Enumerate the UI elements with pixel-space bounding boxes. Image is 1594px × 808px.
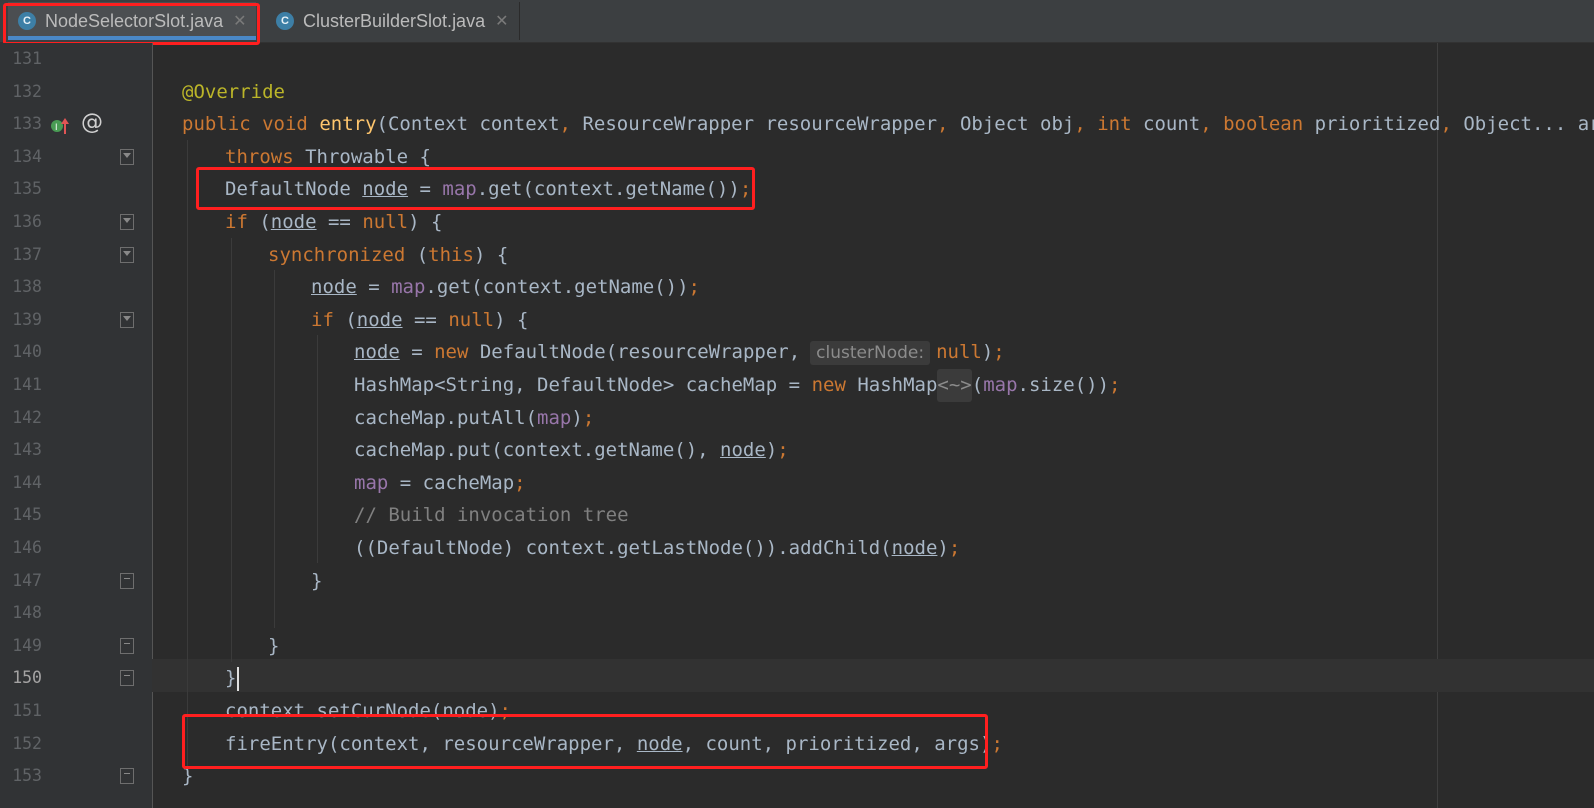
code-line: 147 } [0,565,1594,598]
fold-open-icon[interactable] [120,214,134,230]
tab-label: ClusterBuilderSlot.java [303,10,486,31]
class-icon: C [276,12,294,30]
close-icon[interactable]: ✕ [495,11,508,31]
line-number: 141 [12,375,42,394]
diamond-operator-fold[interactable]: <~> [937,369,972,402]
tab-clusterbuilderslot[interactable]: C ClusterBuilderSlot.java ✕ [264,2,520,40]
code-line-current: 150 } [0,662,1594,695]
line-number: 137 [12,244,42,264]
line-number: 139 [12,309,42,329]
code-line: 146 ((DefaultNode) context.getLastNode()… [0,532,1594,565]
fold-open-icon[interactable] [120,246,134,263]
code-line: 143 cacheMap.put(context.getName(), node… [0,434,1594,467]
line-number: 142 [12,407,42,427]
line-135-highlight-box [196,167,755,210]
text-cursor [237,666,240,691]
line-152-highlight-box [182,714,988,769]
annotation-text: @Override [182,80,285,103]
line-number: 136 [12,212,42,231]
code-line: 145 // Build invocation tree [0,499,1594,532]
fold-close-icon[interactable] [120,637,134,654]
line-number: 150 [12,668,42,688]
line-number: 151 [12,701,42,720]
code-line: 137 synchronized (this) { [0,239,1594,272]
line-number: 140 [12,342,42,362]
line-number: 152 [12,733,42,753]
line-number: 144 [12,472,42,492]
code-line: 136 if (node == null) { [0,206,1594,239]
code-line: 149 } [0,630,1594,663]
fold-close-icon[interactable] [120,670,134,687]
code-line: 139 if (node == null) { [0,304,1594,337]
line-number: 147 [12,570,42,590]
fold-close-icon[interactable] [120,768,134,785]
code-line: 131 [0,43,1594,76]
override-at-icon[interactable]: @ [81,108,103,138]
code-line: 138 node = map.get(context.getName()); [0,271,1594,304]
line-number: 143 [12,440,42,460]
line-number: 145 [12,505,42,525]
line-number: 149 [12,635,42,655]
method-signature: public void entry(Context context, Resou… [182,113,1594,136]
line-number: 134 [12,146,42,166]
line-number: 135 [12,179,42,199]
code-line: 133 I @ public void entry(Context contex… [0,108,1594,141]
line-number: 148 [12,603,42,623]
fold-open-icon[interactable] [120,311,134,328]
fold-close-icon[interactable] [120,572,134,589]
code-line: 142 cacheMap.putAll(map); [0,402,1594,435]
line-number: 131 [12,49,42,68]
line-number: 132 [12,81,42,101]
implementing-method-icon[interactable]: I [50,114,72,136]
line-number: 153 [12,766,42,786]
code-line: 144 map = cacheMap; [0,467,1594,500]
code-line: 141 HashMap<String, DefaultNode> cacheMa… [0,369,1594,402]
svg-text:I: I [55,122,58,132]
line-number: 133 [12,114,42,134]
code-line: 140 node = new DefaultNode(resourceWrapp… [0,336,1594,369]
line-number: 138 [12,277,42,297]
fold-open-icon[interactable] [120,148,134,165]
code-line: 148 [0,597,1594,630]
line-number: 146 [12,538,42,557]
code-line: 132 @Override [0,76,1594,109]
parameter-hint: clusterNode: [810,341,931,366]
code-comment: // Build invocation tree [354,504,629,527]
tab-highlight-box [3,3,260,45]
